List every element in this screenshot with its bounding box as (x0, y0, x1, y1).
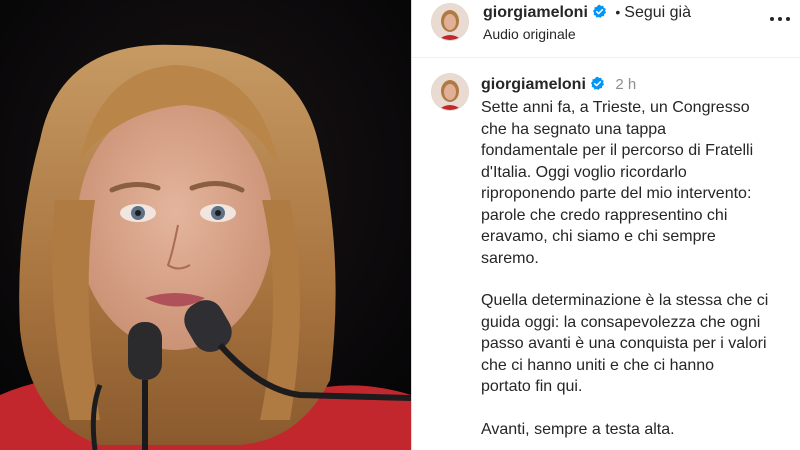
post-caption: Sette anni fa, a Trieste, un Congresso c… (481, 97, 793, 440)
post-header: giorgiameloni • Segui già Audio originale (412, 0, 800, 58)
username-link[interactable]: giorgiameloni (483, 4, 588, 21)
caption-username-link[interactable]: giorgiameloni (481, 76, 586, 93)
post-time[interactable]: 2 h (615, 76, 636, 93)
audio-link[interactable]: Audio originale (483, 26, 576, 42)
post-panel: giorgiameloni • Segui già Audio originale… (412, 0, 800, 450)
profile-photo-icon (432, 4, 468, 40)
verified-badge-icon (590, 76, 604, 90)
speaker-image (0, 0, 411, 450)
follow-button[interactable]: Segui già (624, 4, 691, 21)
caption-avatar[interactable] (432, 74, 468, 110)
avatar[interactable] (432, 4, 468, 40)
caption-paragraph-2: Quella determinazione è la stessa che ci… (481, 292, 769, 395)
video-frame[interactable] (0, 0, 411, 450)
caption-paragraph-3: Avanti, sempre a testa alta. (481, 420, 675, 438)
more-options-icon[interactable] (768, 8, 792, 30)
verified-badge-icon (592, 4, 606, 18)
profile-photo-icon (432, 74, 468, 110)
caption-paragraph-1: Sette anni fa, a Trieste, un Congresso c… (481, 99, 754, 267)
separator-dot: • (615, 4, 621, 20)
caption-header: giorgiameloni 2 h (481, 76, 636, 94)
